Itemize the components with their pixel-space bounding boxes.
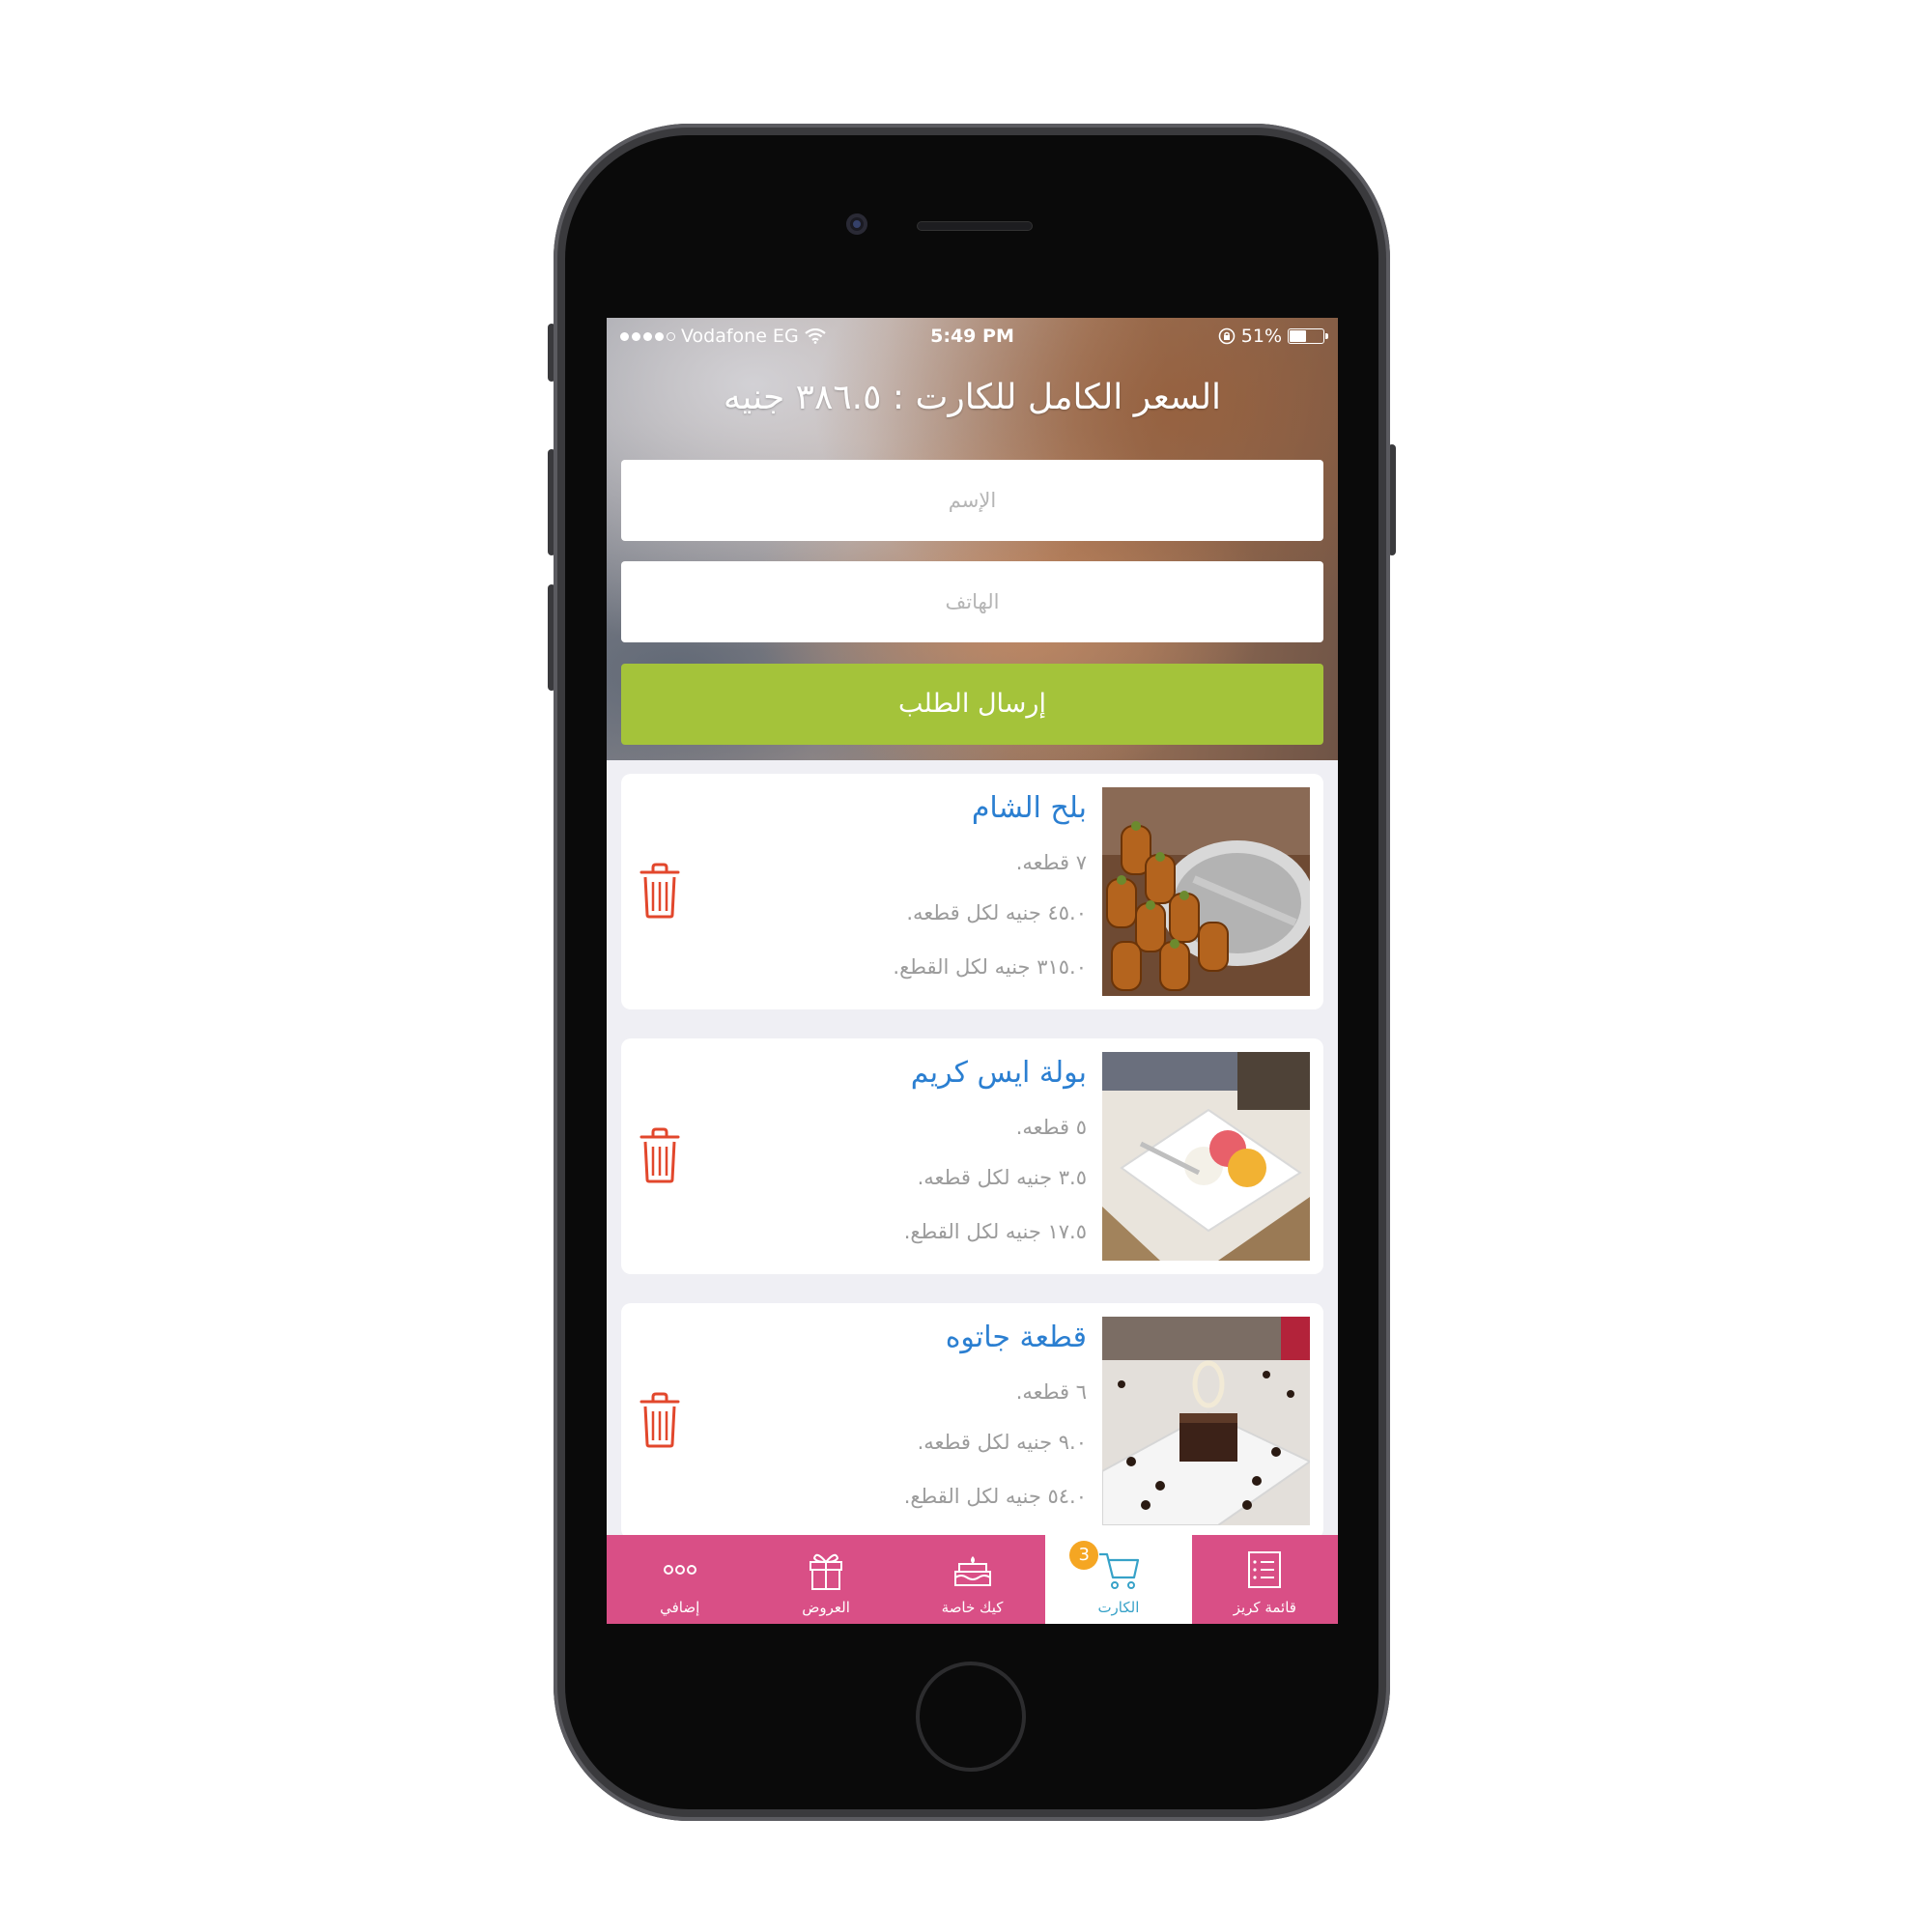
cake-icon	[953, 1556, 991, 1586]
cart-item: بولة ايس كريم ٥ قطعه. ٣.٥ جنيه لكل قطعه.…	[621, 1038, 1323, 1274]
cart-item: قطعة جاتوه ٦ قطعه. ٩.٠ جنيه لكل قطعه. ٥٤…	[621, 1303, 1323, 1539]
gift-icon	[810, 1553, 843, 1590]
item-unit-price: ٩.٠ جنيه لكل قطعه.	[917, 1431, 1087, 1454]
item-title: قطعة جاتوه	[945, 1321, 1087, 1354]
tab-menu-list-label: قائمة كريز	[1233, 1599, 1296, 1616]
front-camera	[846, 213, 867, 235]
item-quantity: ٧ قطعه.	[1015, 851, 1087, 874]
battery-level-fill	[1290, 330, 1306, 342]
tab-offers-label: العروض	[802, 1599, 850, 1616]
item-unit-price: ٤٥.٠ جنيه لكل قطعه.	[906, 901, 1087, 924]
home-button[interactable]	[916, 1662, 1026, 1772]
item-title: بولة ايس كريم	[910, 1056, 1087, 1090]
name-input[interactable]	[621, 460, 1323, 541]
phone-input[interactable]	[621, 561, 1323, 642]
tab-more[interactable]: إضافي	[607, 1535, 753, 1624]
cart-count-badge: 3	[1069, 1541, 1099, 1570]
cart-item: بلح الشام ٧ قطعه. ٤٥.٠ جنيه لكل قطعه. ٣١…	[621, 774, 1323, 1009]
battery-icon	[1288, 328, 1328, 344]
orientation-lock-icon	[1218, 327, 1236, 345]
item-quantity: ٦ قطعه.	[1015, 1380, 1087, 1404]
item-total-price: ١٧.٥ جنيه لكل القطع.	[903, 1220, 1087, 1243]
item-unit-price: ٣.٥ جنيه لكل قطعه.	[917, 1166, 1087, 1189]
tab-offers[interactable]: العروض	[753, 1535, 898, 1624]
submit-order-button[interactable]: إرسال الطلب	[621, 664, 1323, 745]
tab-cart-label: الكارت	[1097, 1599, 1140, 1616]
cart-header: Vodafone EG 5:49 PM 51% السعر الكامل للك…	[607, 318, 1338, 760]
tab-special-cake-label: كيك خاصة	[941, 1599, 1004, 1616]
balah-el-sham-photo	[1102, 787, 1310, 996]
tab-bar: إضافي العروض كيك خاصة 3 الكارت قائمة كري…	[607, 1535, 1338, 1624]
gateau-slice-photo	[1102, 1317, 1310, 1525]
item-title: بلح الشام	[971, 791, 1087, 825]
app-screen: Vodafone EG 5:49 PM 51% السعر الكامل للك…	[607, 318, 1338, 1624]
list-icon	[1248, 1551, 1282, 1588]
item-total-price: ٥٤.٠ جنيه لكل القطع.	[903, 1485, 1087, 1508]
trash-icon[interactable]	[639, 1127, 681, 1183]
tab-cart[interactable]: 3 الكارت	[1045, 1535, 1192, 1624]
tab-more-label: إضافي	[660, 1599, 700, 1616]
item-quantity: ٥ قطعه.	[1015, 1116, 1087, 1139]
ice-cream-scoop-photo	[1102, 1052, 1310, 1261]
tab-menu-list[interactable]: قائمة كريز	[1192, 1535, 1338, 1624]
tab-special-cake[interactable]: كيك خاصة	[899, 1535, 1045, 1624]
earpiece-speaker	[918, 222, 1032, 230]
item-total-price: ٣١٥.٠ جنيه لكل القطع.	[893, 955, 1087, 979]
battery-percentage: 51%	[1240, 326, 1282, 347]
status-bar: Vodafone EG 5:49 PM 51%	[607, 318, 1338, 355]
cart-icon	[1098, 1552, 1140, 1589]
cart-total-price: السعر الكامل للكارت : ٣٨٦.٥ جنيه	[723, 378, 1222, 417]
trash-icon[interactable]	[639, 1392, 681, 1448]
trash-icon[interactable]	[639, 863, 681, 919]
more-dots-icon	[663, 1565, 696, 1575]
